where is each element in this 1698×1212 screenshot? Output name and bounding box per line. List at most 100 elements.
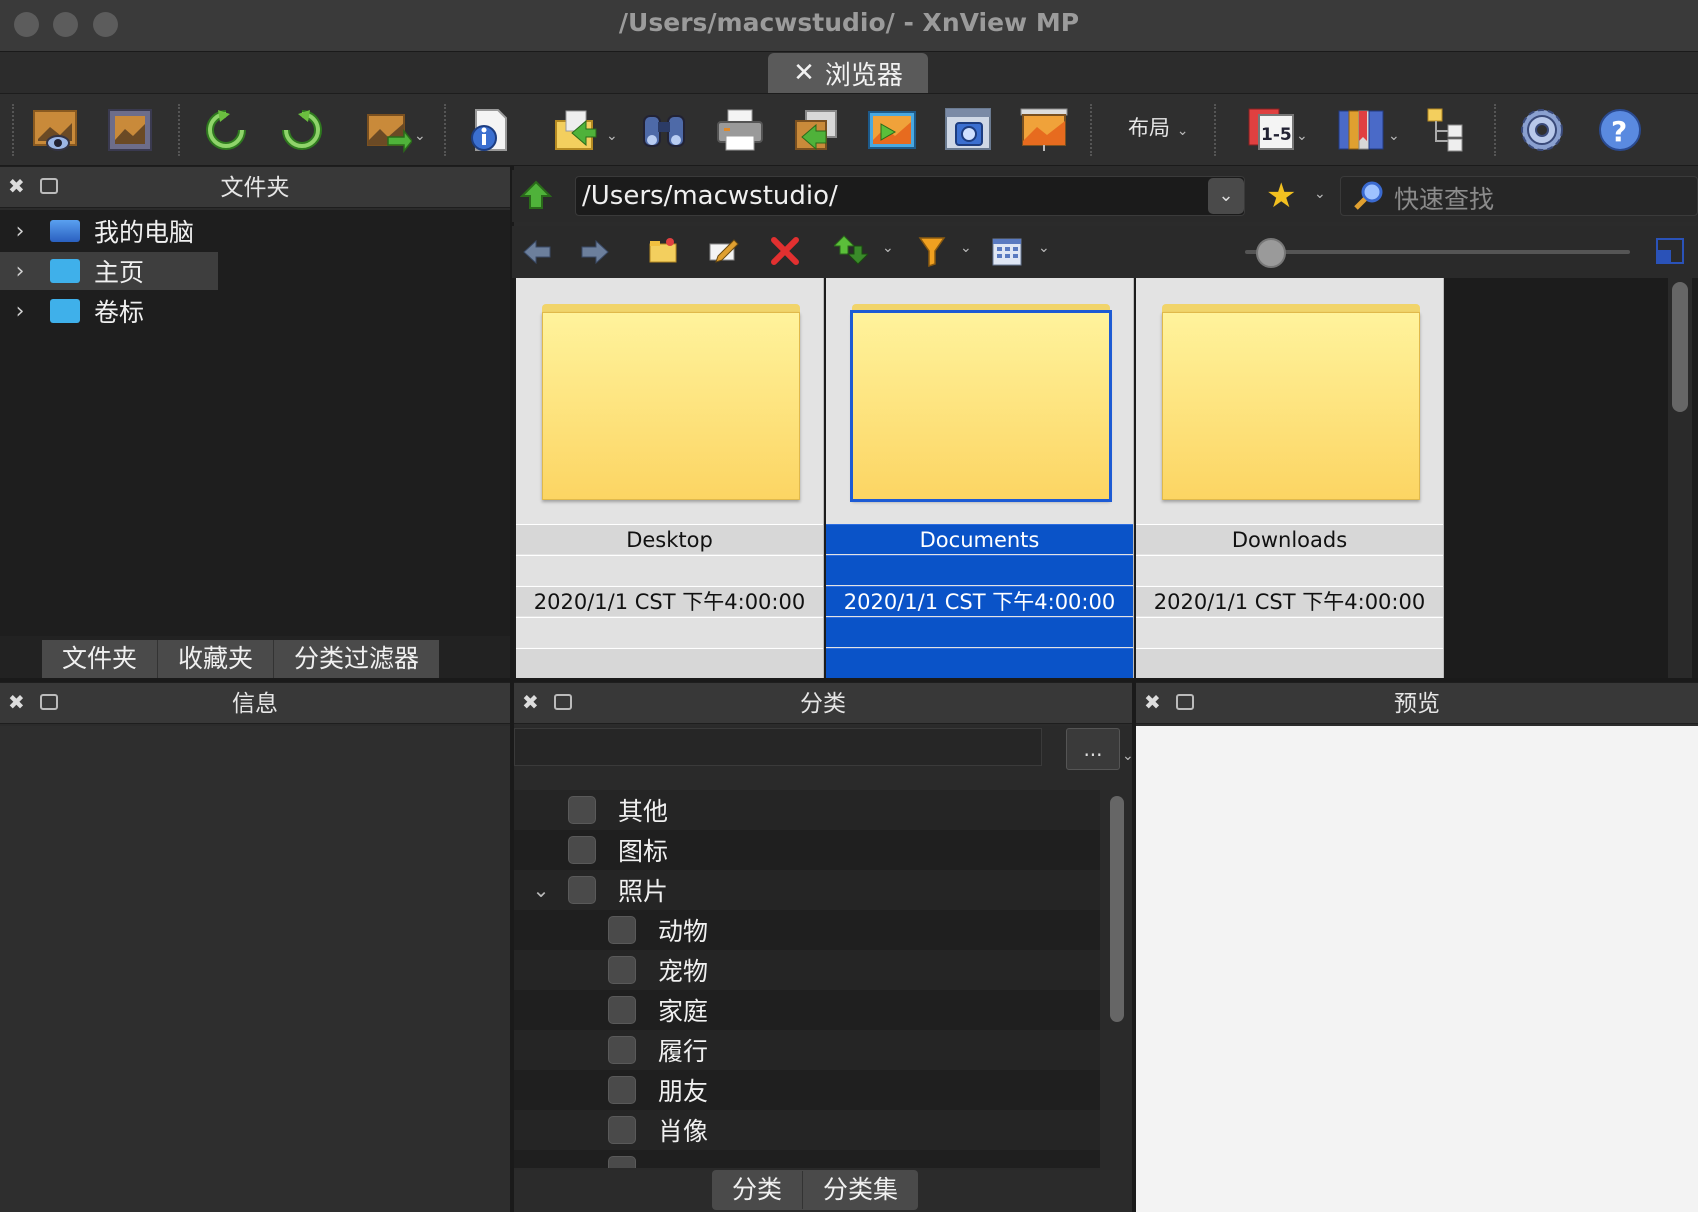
delete-button[interactable] <box>770 236 800 270</box>
category-item[interactable]: 家庭 <box>514 990 1100 1030</box>
path-history-dropdown[interactable]: ⌄ <box>1208 178 1244 214</box>
folders-panel-tabs: 文件夹 收藏夹 分类过滤器 <box>0 636 510 680</box>
collapse-chevron-icon[interactable]: ⌄ <box>514 878 568 902</box>
filter-dropdown-icon[interactable]: ⌄ <box>960 240 972 256</box>
path-input[interactable]: /Users/macwstudio/ <box>575 176 1245 216</box>
rating-button[interactable]: 1-5 <box>1244 100 1300 160</box>
tab-category-sets[interactable]: 分类集 <box>803 1171 918 1209</box>
category-item[interactable]: 动物 <box>514 910 1100 950</box>
bookmark-button[interactable] <box>1334 100 1390 160</box>
capture-button[interactable] <box>940 100 996 160</box>
move-button[interactable] <box>788 100 844 160</box>
rotate-right-button[interactable] <box>274 100 330 160</box>
rotate-left-button[interactable] <box>198 100 254 160</box>
grid-scrollbar-thumb[interactable] <box>1672 282 1688 412</box>
category-item[interactable]: ⌄ 照片 <box>514 870 1100 910</box>
expand-chevron-icon[interactable]: › <box>0 259 40 284</box>
category-checkbox[interactable] <box>568 796 596 824</box>
sort-button[interactable] <box>832 234 870 270</box>
category-checkbox[interactable] <box>608 916 636 944</box>
find-button[interactable] <box>636 100 692 160</box>
export-button[interactable] <box>548 100 604 160</box>
go-parent-button[interactable] <box>519 178 553 216</box>
move-icon <box>795 110 837 151</box>
help-icon: ? <box>1599 109 1641 151</box>
rating-icon: 1-5 <box>1248 108 1294 150</box>
category-item[interactable]: 履行 <box>514 1030 1100 1070</box>
slider-handle[interactable] <box>1256 238 1286 268</box>
bookmark-dropdown-icon[interactable]: ⌄ <box>1388 128 1400 144</box>
up-arrow-icon <box>519 180 553 209</box>
wallpaper-button[interactable] <box>1016 100 1072 160</box>
category-checkbox[interactable] <box>608 996 636 1024</box>
category-checkbox[interactable] <box>568 876 596 904</box>
category-checkbox[interactable] <box>608 1116 636 1144</box>
convert-dropdown-icon[interactable]: ⌄ <box>414 128 426 144</box>
category-checkbox[interactable] <box>568 836 596 864</box>
filter-button[interactable] <box>918 236 946 272</box>
preview-area <box>1136 726 1698 1212</box>
category-checkbox[interactable] <box>608 1076 636 1104</box>
category-scrollbar-thumb[interactable] <box>1110 796 1124 1022</box>
tab-category-filter[interactable]: 分类过滤器 <box>274 640 439 678</box>
category-checkbox[interactable] <box>608 1156 636 1168</box>
tree-item-home[interactable]: › 主页 <box>0 252 510 290</box>
info-button[interactable] <box>462 100 518 160</box>
thumbnail-size-slider[interactable] <box>1245 250 1630 254</box>
category-item[interactable]: 宠物 <box>514 950 1100 990</box>
view-button[interactable] <box>28 100 84 160</box>
category-label: 家庭 <box>658 997 709 1026</box>
close-tab-icon[interactable]: ✕ <box>793 58 815 88</box>
sort-dropdown-icon[interactable]: ⌄ <box>882 240 894 256</box>
category-item[interactable]: 肖像 <box>514 1110 1100 1150</box>
forward-button[interactable] <box>580 238 610 270</box>
convert-button[interactable] <box>360 100 416 160</box>
settings-button[interactable] <box>1514 100 1570 160</box>
category-label: 其他 <box>618 797 669 826</box>
fullscreen-button[interactable] <box>102 100 158 160</box>
tree-item-volumes[interactable]: › 卷标 <box>0 292 510 330</box>
favorites-dropdown-icon[interactable]: ⌄ <box>1314 186 1326 202</box>
rename-button[interactable] <box>708 236 740 270</box>
new-folder-button[interactable] <box>648 236 678 270</box>
tab-categories[interactable]: 分类 <box>712 1171 804 1209</box>
compare-button[interactable] <box>1418 100 1474 160</box>
category-item[interactable]: 朋友 <box>514 1070 1100 1110</box>
expand-chevron-icon[interactable]: › <box>0 219 40 244</box>
category-item[interactable]: 图标 <box>514 830 1100 870</box>
wallpaper-icon <box>1020 108 1068 151</box>
search-input[interactable]: 快速查找 <box>1394 180 1494 216</box>
left-tab-group: 文件夹 收藏夹 分类过滤器 <box>42 640 440 678</box>
category-item-partial[interactable] <box>514 1150 1100 1168</box>
expand-chevron-icon[interactable]: › <box>0 299 40 324</box>
category-checkbox[interactable] <box>608 956 636 984</box>
compare-icon <box>1427 108 1463 152</box>
fit-view-icon[interactable] <box>1656 238 1684 264</box>
back-button[interactable] <box>522 238 552 270</box>
file-tile-desktop[interactable]: Desktop 2020/1/1 CST 下午4:00:00 <box>516 278 824 678</box>
print-button[interactable] <box>712 100 768 160</box>
rating-dropdown-icon[interactable]: ⌄ <box>1296 128 1308 144</box>
view-mode-dropdown-icon[interactable]: ⌄ <box>1038 240 1050 256</box>
tab-browser[interactable]: ✕ 浏览器 <box>768 53 928 93</box>
tree-item-label: 我的电脑 <box>94 218 195 247</box>
file-meta-empty <box>1136 555 1443 585</box>
tab-favorites[interactable]: 收藏夹 <box>158 640 275 678</box>
tree-item-my-computer[interactable]: › 我的电脑 <box>0 212 510 250</box>
view-mode-button[interactable] <box>992 238 1022 270</box>
category-more-button[interactable]: ... <box>1066 728 1120 770</box>
layout-button[interactable]: 布局 ⌄ <box>1128 112 1188 142</box>
export-dropdown-icon[interactable]: ⌄ <box>606 128 618 144</box>
file-tile-documents[interactable]: Documents 2020/1/1 CST 下午4:00:00 <box>826 278 1134 678</box>
category-label: 朋友 <box>658 1077 709 1106</box>
category-filter-input[interactable] <box>514 728 1042 766</box>
folder-icon <box>1162 304 1420 500</box>
category-item[interactable]: 其他 <box>514 790 1100 830</box>
help-button[interactable]: ? <box>1592 100 1648 160</box>
file-tile-downloads[interactable]: Downloads 2020/1/1 CST 下午4:00:00 <box>1136 278 1444 678</box>
favorites-star-icon[interactable]: ★ <box>1266 176 1296 216</box>
slideshow-button[interactable] <box>864 100 920 160</box>
category-checkbox[interactable] <box>608 1036 636 1064</box>
file-name: Downloads <box>1136 524 1443 554</box>
tab-folders[interactable]: 文件夹 <box>42 640 159 678</box>
